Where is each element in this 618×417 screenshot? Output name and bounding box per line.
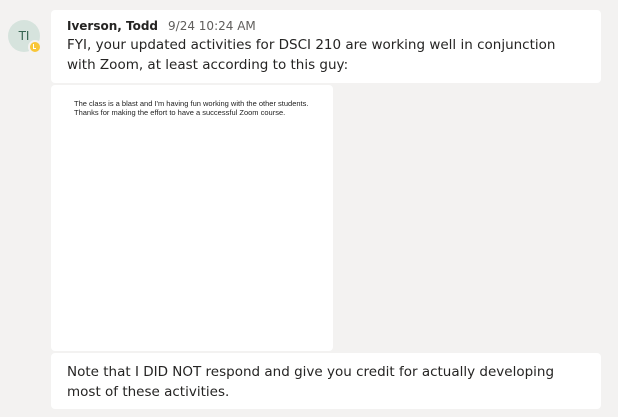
image-attachment[interactable]: The class is a blast and I'm having fun … — [51, 85, 333, 351]
message-timestamp: 9/24 10:24 AM — [168, 19, 256, 33]
reply-text: Note that I DID NOT respond and give you… — [67, 364, 555, 400]
avatar[interactable]: TI — [8, 20, 42, 54]
attachment-quoted-text: The class is a blast and I'm having fun … — [74, 99, 309, 117]
reply-bubble[interactable]: Note that I DID NOT respond and give you… — [51, 353, 601, 409]
message-bubble[interactable]: Iverson, Todd 9/24 10:24 AM FYI, your up… — [51, 10, 601, 83]
away-clock-icon — [28, 40, 42, 54]
message-text: FYI, your updated activities for DSCI 21… — [67, 37, 556, 73]
author-name[interactable]: Iverson, Todd — [67, 18, 158, 34]
message-header: Iverson, Todd 9/24 10:24 AM — [67, 18, 585, 34]
avatar-initials: TI — [18, 29, 30, 43]
